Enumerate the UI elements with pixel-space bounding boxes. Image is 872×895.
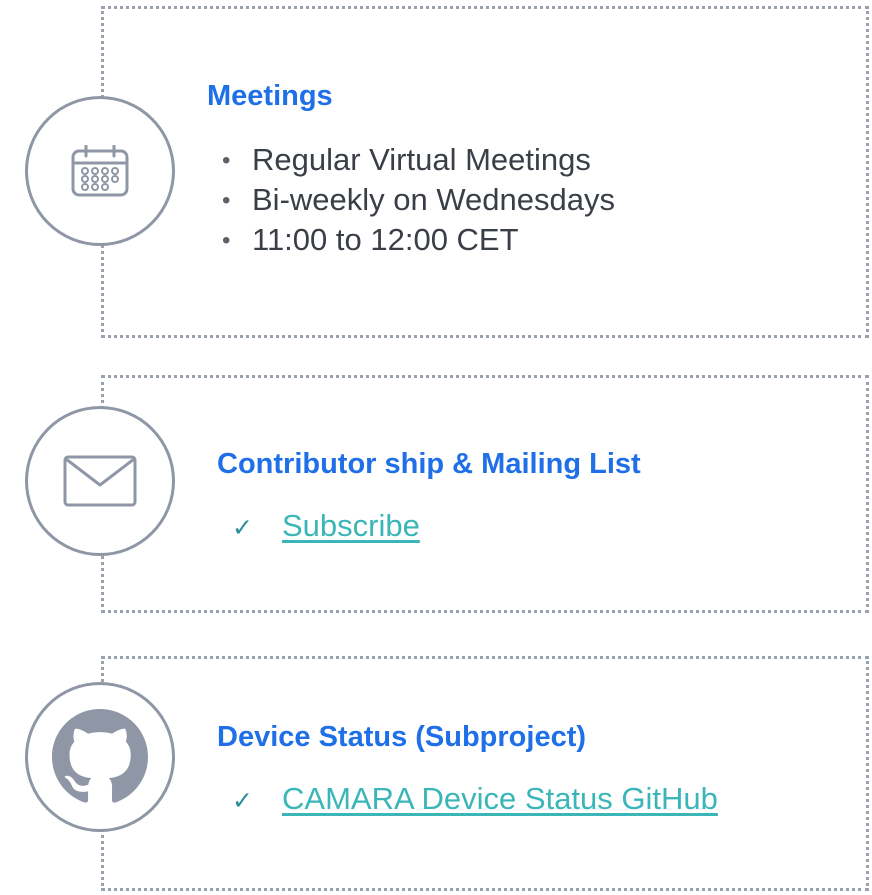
list-item: • Bi-weekly on Wednesdays — [222, 180, 615, 220]
meetings-icon-circle — [25, 96, 175, 246]
bullet-icon: • — [222, 147, 231, 174]
contributorship-title: Contributor ship & Mailing List — [217, 448, 641, 480]
github-link[interactable]: CAMARA Device Status GitHub — [282, 781, 718, 817]
meeting-item-text: Bi-weekly on Wednesdays — [252, 182, 615, 217]
bullet-icon: • — [222, 187, 231, 214]
contributorship-card — [101, 375, 869, 613]
envelope-icon — [63, 455, 137, 507]
checkmark-icon: ✓ — [232, 787, 253, 815]
checkmark-icon: ✓ — [232, 514, 253, 542]
device-status-title: Device Status (Subproject) — [217, 721, 587, 753]
meetings-list: • Regular Virtual Meetings • Bi-weekly on … — [222, 140, 615, 260]
github-icon — [52, 709, 148, 803]
device-status-icon-circle — [25, 682, 175, 832]
list-item: • 11:00 to 12:00 CET — [222, 220, 615, 260]
meetings-title: Meetings — [207, 80, 333, 112]
github-link-row: ✓ CAMARA Device Status GitHub — [232, 781, 718, 817]
device-status-card — [101, 656, 869, 891]
calendar-icon — [71, 145, 129, 197]
list-item: • Regular Virtual Meetings — [222, 140, 615, 180]
subscribe-row: ✓ Subscribe — [232, 508, 420, 544]
contributorship-icon-circle — [25, 406, 175, 556]
meeting-item-text: 11:00 to 12:00 CET — [252, 222, 519, 257]
bullet-icon: • — [222, 227, 231, 254]
meeting-item-text: Regular Virtual Meetings — [252, 142, 591, 177]
subscribe-link[interactable]: Subscribe — [282, 508, 420, 544]
